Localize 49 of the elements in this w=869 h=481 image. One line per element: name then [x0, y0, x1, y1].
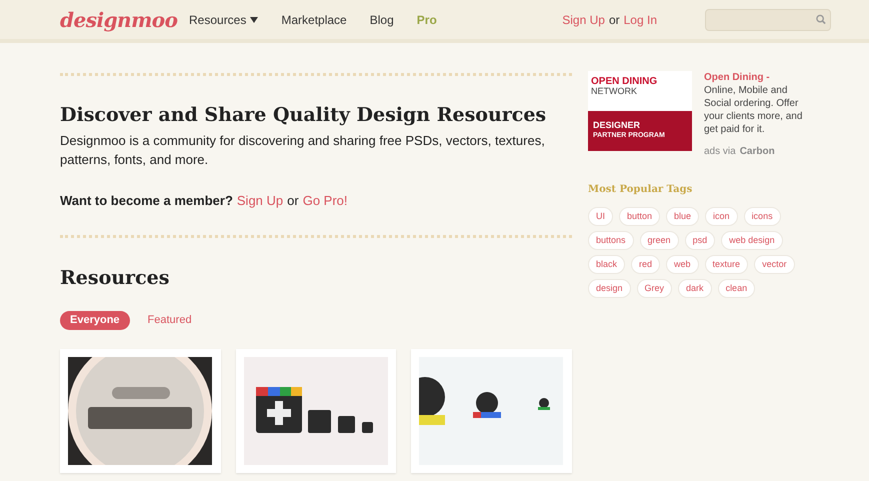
sign-up-link[interactable]: Sign Up	[562, 10, 605, 28]
tags-heading: Most Popular Tags	[588, 183, 694, 197]
tag-link[interactable]: icon	[705, 207, 738, 226]
tag-link[interactable]: dark	[678, 279, 712, 298]
tag-link[interactable]: icons	[744, 207, 781, 226]
page-heading: Discover and Share Quality Design Resources	[60, 104, 548, 128]
or-text: or	[608, 12, 620, 28]
tag-link[interactable]: blue	[666, 207, 700, 226]
tag-link[interactable]: psd	[684, 231, 716, 250]
log-in-link[interactable]: Log In	[624, 10, 657, 28]
tag-link[interactable]: red	[631, 255, 660, 274]
logo[interactable]: designmoo	[60, 10, 178, 30]
tag-link[interactable]: Grey	[636, 279, 672, 298]
banner-text: NETWORK	[591, 87, 638, 96]
tag-link[interactable]: buttons	[588, 231, 634, 250]
resource-card[interactable]	[236, 348, 396, 473]
nav-link[interactable]: Pro	[416, 10, 437, 28]
sign-up-link[interactable]: Sign Up	[236, 190, 284, 210]
intro-text: Designmoo is a community for discovering and sharing free PSDs, vectors, textures, patterns, fonts, and more.	[60, 132, 546, 169]
ad-title-link[interactable]: Open Dining -	[704, 71, 816, 84]
banner-text: DESIGNER	[593, 121, 642, 130]
section-heading: Resources	[60, 266, 170, 292]
tag-link[interactable]: web design	[721, 231, 783, 250]
member-prompt: Want to become a member?	[60, 192, 233, 210]
resource-card[interactable]	[411, 348, 572, 473]
nav-link[interactable]: Resources	[189, 10, 258, 28]
nav-link[interactable]: Blog	[370, 10, 394, 28]
search-icon	[816, 14, 826, 25]
filter-tab[interactable]: Everyone	[60, 310, 130, 330]
nav-link[interactable]: Marketplace	[281, 10, 347, 28]
tag-link[interactable]: green	[640, 231, 679, 250]
ads-via-text: ads via	[704, 145, 736, 158]
tag-link[interactable]: button	[619, 207, 660, 226]
tag-link[interactable]: black	[588, 255, 626, 274]
tag-link[interactable]: vector	[754, 255, 795, 274]
tag-link[interactable]: design	[588, 279, 631, 298]
go-pro-link[interactable]: Go Pro!	[302, 190, 348, 210]
caret-icon	[250, 16, 258, 22]
banner-text: OPEN DINING	[591, 77, 658, 87]
ad-text: Online, Mobile and Social ordering. Offer your clients more, and get paid for it.	[704, 84, 804, 136]
carbon-link[interactable]: Carbon	[740, 145, 775, 158]
resource-card[interactable]	[60, 348, 221, 473]
filter-tab[interactable]: Featured	[138, 310, 202, 330]
or-text: or	[287, 192, 299, 210]
tag-link[interactable]: web	[666, 255, 699, 274]
search-field[interactable]	[705, 8, 831, 30]
tag-link[interactable]: UI	[588, 207, 613, 226]
tag-link[interactable]: texture	[704, 255, 748, 274]
tag-link[interactable]: clean	[718, 279, 756, 298]
